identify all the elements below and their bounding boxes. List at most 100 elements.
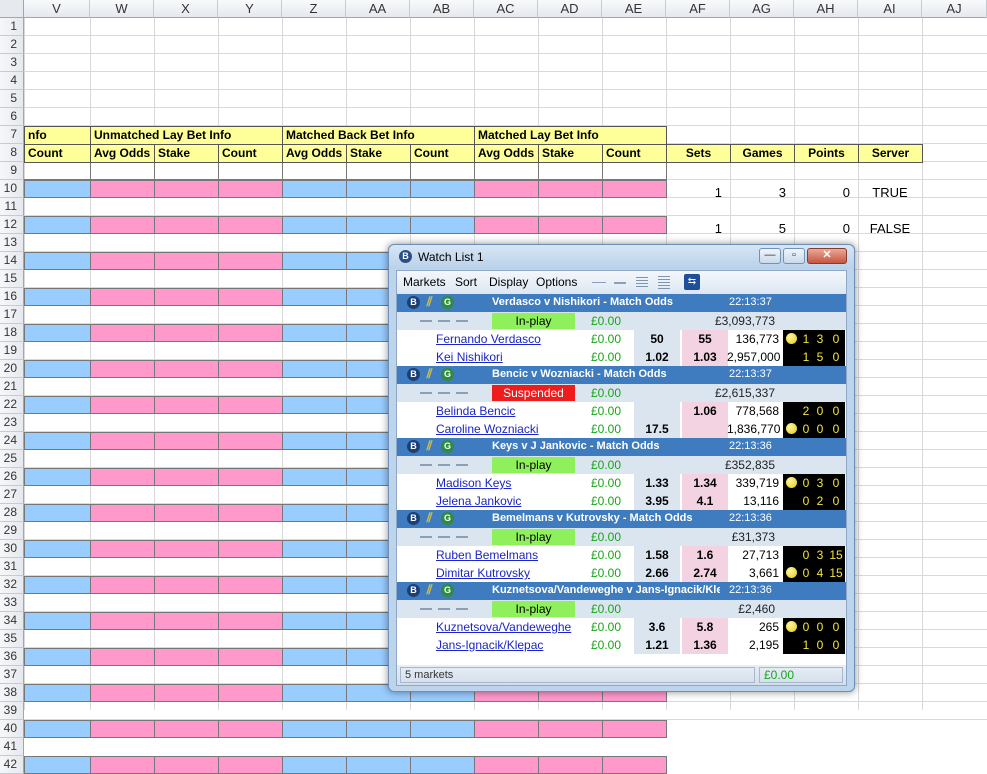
market-name[interactable]: Bencic v Wozniacki - Match Odds xyxy=(492,368,720,380)
sheet-cell[interactable] xyxy=(24,288,91,306)
sheet-cell[interactable] xyxy=(282,540,347,558)
lay-price[interactable] xyxy=(682,420,728,438)
sheet-cell[interactable] xyxy=(90,576,155,594)
lay-price[interactable]: 4.1 xyxy=(682,492,728,510)
column-header[interactable]: AE xyxy=(602,0,666,18)
sheet-cell[interactable] xyxy=(24,540,91,558)
sheet-cell[interactable] xyxy=(218,180,283,198)
menu-display[interactable]: Display xyxy=(489,275,528,289)
runner-first-name[interactable]: Kei xyxy=(436,350,453,364)
sheet-cell[interactable] xyxy=(474,162,539,180)
watch-list-window[interactable]: B Watch List 1 — ▫ ✕ Markets Sort Displa… xyxy=(388,244,855,692)
runner-first-name[interactable]: Caroline xyxy=(436,422,481,436)
sheet-cell[interactable] xyxy=(154,396,219,414)
column-header[interactable]: AJ xyxy=(922,0,987,18)
runner-name[interactable]: Jans-Ignacik/Klepac xyxy=(436,638,543,652)
row-header[interactable]: 2 xyxy=(0,36,24,54)
sheet-cell[interactable] xyxy=(90,756,155,774)
runner-name[interactable]: Kei Nishikori xyxy=(436,350,503,364)
sheet-cell[interactable] xyxy=(24,576,91,594)
sheet-cell[interactable] xyxy=(538,720,603,738)
row-header[interactable]: 33 xyxy=(0,594,24,612)
sheet-cell[interactable] xyxy=(90,432,155,450)
runner-name[interactable]: Caroline Wozniacki xyxy=(436,422,539,436)
runner-last-name[interactable]: Keys xyxy=(485,476,512,490)
graph-g-icon[interactable]: G xyxy=(441,440,454,453)
back-price[interactable] xyxy=(634,402,680,420)
graph-g-icon[interactable]: G xyxy=(441,296,454,309)
back-price[interactable]: 1.33 xyxy=(634,474,680,492)
row-header[interactable]: 24 xyxy=(0,432,24,450)
row-header[interactable]: 11 xyxy=(0,198,24,216)
row-header[interactable]: 14 xyxy=(0,252,24,270)
row-header[interactable]: 21 xyxy=(0,378,24,396)
sheet-cell[interactable] xyxy=(602,180,667,198)
sheet-cell[interactable] xyxy=(602,162,667,180)
select-all-corner[interactable] xyxy=(0,0,24,18)
market-header[interactable]: B ⫽ G Kuznetsova/Vandeweghe v Jans-Ignacik/… xyxy=(397,582,846,600)
sheet-cell[interactable] xyxy=(154,576,219,594)
sheet-cell[interactable] xyxy=(24,720,91,738)
row-header[interactable]: 40 xyxy=(0,720,24,738)
sheet-cell[interactable] xyxy=(154,180,219,198)
runner-last-name[interactable]: Kuznetsova/Vandeweghe xyxy=(436,620,571,634)
betfair-b-icon[interactable]: B xyxy=(407,584,420,597)
sheet-cell[interactable] xyxy=(154,432,219,450)
ladder-icon[interactable]: ⫽ xyxy=(423,439,436,453)
sheet-cell[interactable] xyxy=(218,468,283,486)
sheet-cell[interactable] xyxy=(282,288,347,306)
sheet-cell[interactable] xyxy=(282,360,347,378)
lay-price[interactable]: 1.36 xyxy=(682,636,728,654)
sheet-cell[interactable] xyxy=(282,252,347,270)
sheet-cell[interactable] xyxy=(90,252,155,270)
runner-name[interactable]: Belinda Bencic xyxy=(436,404,515,418)
back-price[interactable]: 1.02 xyxy=(634,348,680,366)
back-price[interactable]: 1.58 xyxy=(634,546,680,564)
sheet-cell[interactable] xyxy=(154,468,219,486)
runner-last-name[interactable]: Verdasco xyxy=(491,332,541,346)
sheet-cell[interactable] xyxy=(218,540,283,558)
runner-last-name[interactable]: Nishikori xyxy=(457,350,503,364)
runner-first-name[interactable]: Ruben xyxy=(436,548,471,562)
betfair-b-icon[interactable]: B xyxy=(407,440,420,453)
graph-g-icon[interactable]: G xyxy=(441,584,454,597)
sheet-cell[interactable] xyxy=(602,216,667,234)
row-header[interactable]: 9 xyxy=(0,162,24,180)
sheet-cell[interactable] xyxy=(24,468,91,486)
runner-last-name[interactable]: Bencic xyxy=(479,404,515,418)
link-window-icon[interactable]: ⇆ xyxy=(684,274,700,290)
many-lines-icon[interactable] xyxy=(658,276,670,289)
row-header[interactable]: 26 xyxy=(0,468,24,486)
sheet-cell[interactable] xyxy=(218,162,283,180)
sheet-cell[interactable] xyxy=(90,720,155,738)
row-header[interactable]: 23 xyxy=(0,414,24,432)
sheet-cell[interactable] xyxy=(90,468,155,486)
back-price[interactable]: 50 xyxy=(634,330,680,348)
sheet-cell[interactable] xyxy=(282,468,347,486)
sheet-cell[interactable] xyxy=(24,432,91,450)
back-price[interactable]: 3.95 xyxy=(634,492,680,510)
sheet-cell[interactable] xyxy=(24,252,91,270)
row-header[interactable]: 12 xyxy=(0,216,24,234)
back-price[interactable]: 1.21 xyxy=(634,636,680,654)
row-header[interactable]: 3 xyxy=(0,54,24,72)
sheet-cell[interactable] xyxy=(282,756,347,774)
lay-price[interactable]: 55 xyxy=(682,330,728,348)
runner-name[interactable]: Dimitar Kutrovsky xyxy=(436,566,530,580)
row-header[interactable]: 28 xyxy=(0,504,24,522)
sheet-cell[interactable] xyxy=(410,756,475,774)
sheet-cell[interactable] xyxy=(90,684,155,702)
sheet-cell[interactable] xyxy=(90,360,155,378)
graph-g-icon[interactable]: G xyxy=(441,368,454,381)
sheet-cell[interactable] xyxy=(154,504,219,522)
sheet-cell[interactable] xyxy=(474,216,539,234)
market-header[interactable]: B ⫽ G Bemelmans v Kutrovsky - Match Odds 22:… xyxy=(397,510,846,528)
close-button[interactable]: ✕ xyxy=(807,248,847,264)
sheet-cell[interactable] xyxy=(346,216,411,234)
runner-last-name[interactable]: Kutrovsky xyxy=(477,566,530,580)
sheet-cell[interactable] xyxy=(282,324,347,342)
sheet-cell[interactable] xyxy=(90,648,155,666)
column-header[interactable]: AH xyxy=(794,0,858,18)
row-header[interactable]: 15 xyxy=(0,270,24,288)
window-titlebar[interactable]: B Watch List 1 — ▫ ✕ xyxy=(389,245,854,269)
